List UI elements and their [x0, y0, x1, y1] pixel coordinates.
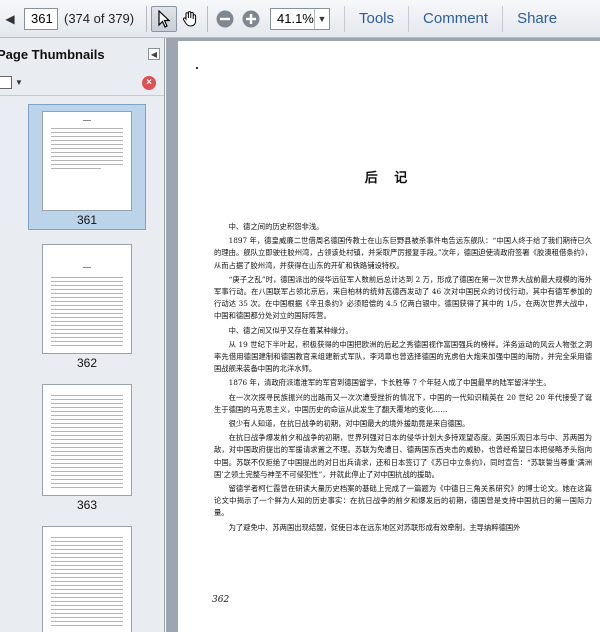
thumbnail-page-number: 361: [76, 213, 98, 227]
toolbar-separator: [408, 5, 410, 32]
thumbnail-frame: 362: [28, 238, 146, 372]
thumbnails-panel: Page Thumbnails ◀ ▼ × 361 362 363: [0, 38, 165, 632]
page-body: 中、德之间的历史积怨非浅。 1897 年，德皇威廉二世借周名德国传教士在山东巨野…: [214, 221, 592, 536]
page-heading: 后 记: [364, 171, 414, 186]
toolbar-separator: [344, 5, 345, 32]
chevron-down-icon: ▼: [15, 78, 23, 87]
paragraph: 为了避免中、苏两国出现结盟，促使日本在远东地区对苏联形成有效牵制，主导纳粹德国外: [228, 522, 521, 532]
chevron-down-icon[interactable]: ▼: [313, 8, 329, 29]
thumbnail-image: [42, 384, 132, 496]
paragraph: 1876 年，清政府派遣淮军的军官到德国留学，卞长胜等 7 个年轻人成了中国最早…: [228, 378, 551, 388]
toolbar-separator: [502, 5, 504, 32]
collapse-panel-button[interactable]: ◀: [148, 48, 160, 60]
document-page: 后 记 中、德之间的历史积怨非浅。 1897 年，德皇威廉二世借周名德国传教士在…: [178, 41, 600, 632]
hand-icon: [182, 10, 197, 27]
main-toolbar: ◀ 361 (374 of 379) 41.1% ▼ Tools Comment…: [0, 0, 600, 38]
page-mark: [196, 67, 198, 69]
hand-tool-button[interactable]: [177, 6, 203, 32]
thumbnail-frame: 361: [28, 104, 146, 230]
zoom-level-value: 41.1%: [277, 11, 314, 26]
zoom-out-button[interactable]: [212, 6, 238, 32]
paragraph: 从 19 世纪下半叶起，积极获得的中国把欧洲的后起之秀德国视作富国强兵的榜样。洋…: [214, 339, 592, 374]
thumbnail-image: [42, 244, 132, 354]
page-number-input[interactable]: 361: [24, 7, 58, 30]
thumbnail-image: [42, 526, 132, 632]
thumbnail-frame: [28, 520, 146, 632]
thumbnail-page[interactable]: [28, 520, 146, 632]
toolbar-separator: [207, 5, 208, 32]
share-pane-button[interactable]: Share: [517, 10, 557, 27]
thumbnail-page[interactable]: 362: [28, 238, 146, 372]
paragraph: 很少有人知道，在抗日战争的初期，对中国最大的境外援助竟是来自德国。: [228, 419, 470, 429]
panel-header: Page Thumbnails ◀: [0, 38, 164, 70]
thumbnail-page-number: 362: [76, 356, 98, 370]
paragraph: 在抗日战争爆发前夕和战争的初期，世界列强对日本的侵华计划大多持观望态度。英国乐观…: [214, 433, 592, 479]
previous-page-button[interactable]: ◀: [2, 8, 18, 30]
thumbnail-page-number: 363: [76, 498, 98, 512]
thumbnail-page[interactable]: 361: [28, 104, 146, 230]
minus-circle-icon: [216, 10, 234, 27]
paragraph: 1897 年，德皇威廉二世借周名德国传教士在山东巨野县被杀事件电告远东舰队：“中…: [214, 236, 592, 270]
page-count-label: (374 of 379): [64, 11, 135, 26]
paragraph: “庚子之乱”时，德国派出的侵华远征军人数前后总计达到 2 万，形成了德国在第一次…: [214, 274, 592, 321]
zoom-level-select[interactable]: 41.1% ▼: [270, 7, 330, 30]
paragraph: 留德学者柯仁霞曾在研读大量历史档案的基础上完成了一篇题为《中德日三角关系研究》的…: [214, 484, 592, 518]
plus-circle-icon: [242, 10, 260, 27]
document-view[interactable]: 后 记 中、德之间的历史积怨非浅。 1897 年，德皇威廉二世借周名德国传教士在…: [166, 38, 600, 632]
panel-title: Page Thumbnails: [0, 46, 105, 62]
thumbnail-options-button[interactable]: ▼: [0, 76, 23, 89]
paragraph: 中、德之间又似乎又存在着某种缘分。: [228, 325, 353, 335]
paragraph: 中、德之间的历史积怨非浅。: [228, 222, 324, 231]
select-tool-button[interactable]: [151, 5, 177, 32]
thumbnail-frame: 363: [28, 378, 146, 514]
options-icon: [0, 76, 12, 89]
cursor-icon: [158, 9, 171, 28]
toolbar-separator: [146, 5, 147, 32]
zoom-in-button[interactable]: [238, 6, 264, 32]
close-panel-icon[interactable]: ×: [142, 75, 156, 90]
comment-pane-button[interactable]: Comment: [423, 10, 488, 27]
page-footer-number: 362: [212, 595, 230, 605]
thumbnail-image: [42, 111, 132, 211]
panel-toolbar: ▼ ×: [0, 70, 164, 96]
thumbnail-list[interactable]: 361 362 363: [0, 96, 164, 632]
tools-pane-button[interactable]: Tools: [359, 10, 394, 27]
paragraph: 在一次次探寻民族振兴的出路而又一次次遭受挫折的情况下，中国的一代知识精英在 20…: [214, 392, 592, 414]
thumbnail-page[interactable]: 363: [28, 378, 146, 514]
